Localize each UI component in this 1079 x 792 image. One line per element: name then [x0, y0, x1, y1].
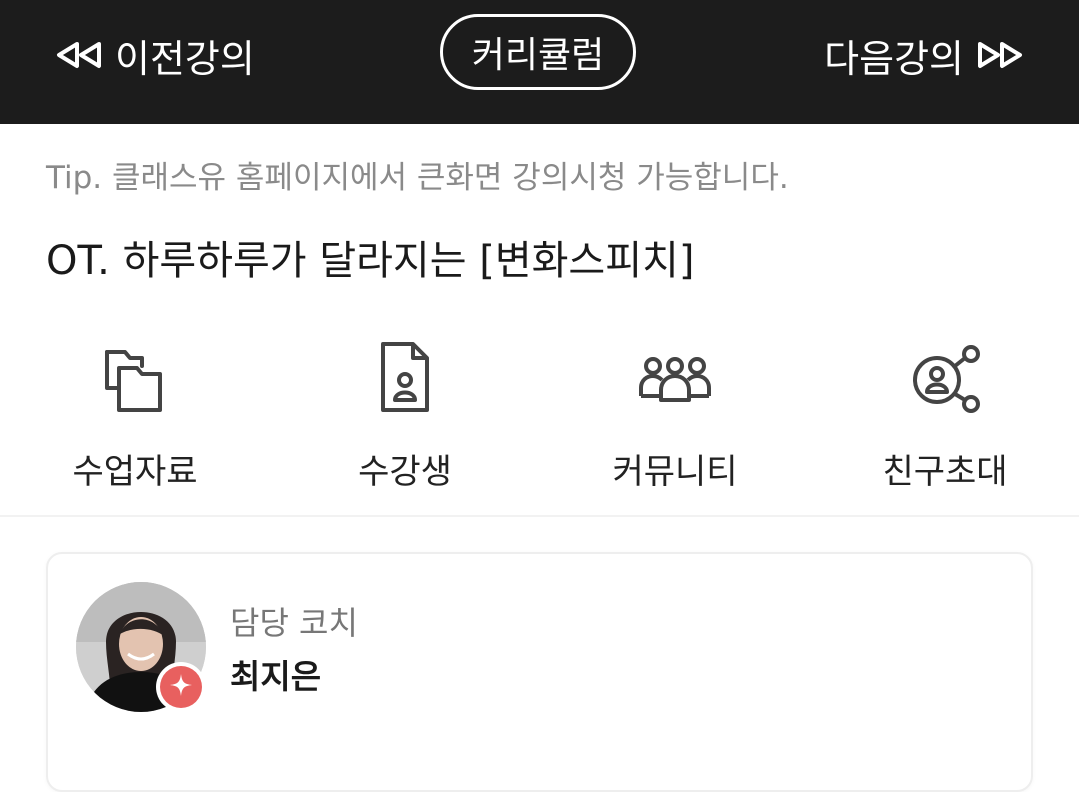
fast-forward-icon — [974, 41, 1024, 69]
invite-friend-button[interactable]: 친구초대 — [835, 330, 1055, 500]
next-lecture-button[interactable]: 다음강의 — [824, 30, 1024, 81]
top-navigation-bar: 이전강의 커리큘럼 다음강의 — [0, 0, 1079, 124]
group-icon — [635, 338, 715, 418]
community-button[interactable]: 커뮤니티 — [565, 330, 785, 500]
sparkle-icon — [169, 673, 193, 701]
coach-role: 담당 코치 — [230, 604, 358, 642]
next-lecture-label: 다음강의 — [824, 36, 964, 81]
curriculum-label: 커리큘럼 — [471, 35, 605, 76]
folder-icon — [95, 338, 175, 418]
class-materials-label: 수업자료 — [72, 452, 198, 492]
coach-name: 최지은 — [230, 657, 322, 696]
coach-card[interactable]: 담당 코치 최지은 — [46, 552, 1033, 792]
curriculum-button[interactable]: 커리큘럼 — [440, 14, 636, 90]
students-label: 수강생 — [358, 452, 452, 492]
previous-lecture-label: 이전강의 — [115, 36, 255, 81]
class-materials-button[interactable]: 수업자료 — [25, 330, 245, 500]
tip-text: Tip. 클래스유 홈페이지에서 큰화면 강의시청 가능합니다. — [46, 160, 789, 196]
share-user-icon — [905, 338, 985, 418]
rewind-icon — [55, 41, 105, 69]
lecture-title: OT. 하루하루가 달라지는 [변화스피치] — [46, 238, 695, 284]
previous-lecture-button[interactable]: 이전강의 — [55, 30, 255, 81]
quick-menu: 수업자료 수강생 커뮤니티 친구초대 — [0, 330, 1079, 500]
coach-badge — [156, 662, 206, 712]
invite-friend-label: 친구초대 — [882, 452, 1008, 492]
community-label: 커뮤니티 — [612, 452, 738, 492]
students-button[interactable]: 수강생 — [295, 330, 515, 500]
student-document-icon — [365, 338, 445, 418]
section-divider — [0, 515, 1079, 517]
